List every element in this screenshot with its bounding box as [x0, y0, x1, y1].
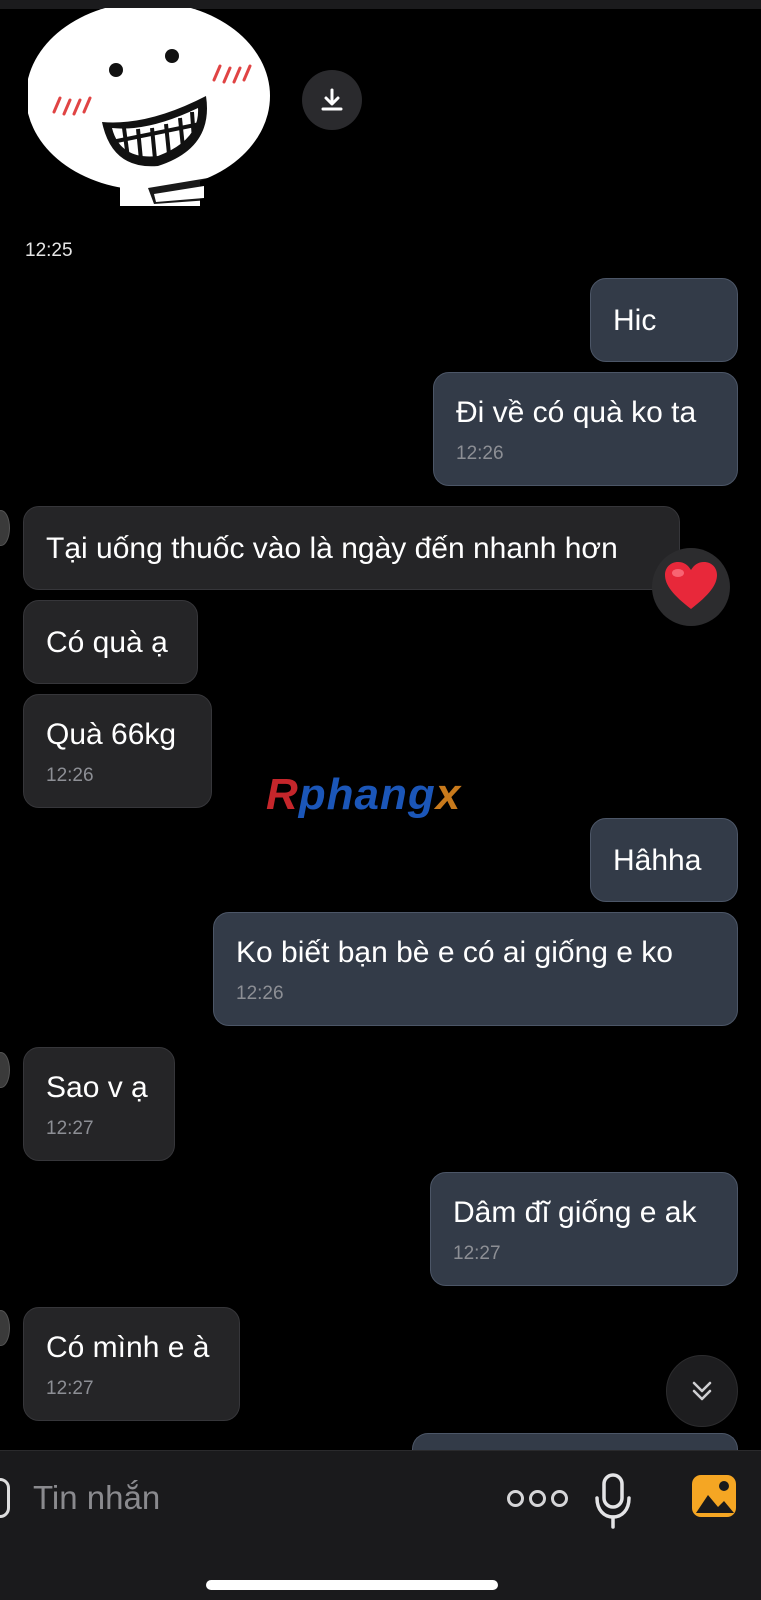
message-time: 12:27	[46, 1378, 94, 1399]
message-bubble-incoming[interactable]: Sao v ạ 12:27	[23, 1047, 175, 1161]
message-text: Dâm đĩ giống e ak	[453, 1196, 697, 1229]
message-bubble-incoming[interactable]: Quà 66kg 12:26	[23, 694, 212, 808]
avatar[interactable]	[0, 510, 10, 546]
message-bubble-incoming[interactable]: Có mình e à 12:27	[23, 1307, 240, 1421]
sticker-timestamp: 12:25	[25, 240, 73, 261]
message-text: Quà 66kg	[46, 718, 177, 751]
more-options-button[interactable]	[492, 1480, 582, 1516]
message-time: 12:26	[46, 765, 94, 786]
message-bubble-outgoing[interactable]: Ko biết bạn bè e có ai giống e ko 12:26	[213, 912, 738, 1026]
message-text: Có mình e à	[46, 1331, 210, 1364]
more-options-icon	[506, 1489, 524, 1507]
message-time: 12:26	[236, 983, 284, 1004]
gallery-icon	[692, 1475, 736, 1517]
message-time: 12:27	[453, 1243, 501, 1264]
message-bubble-outgoing[interactable]: Đi về có quà ko ta 12:26	[433, 372, 738, 486]
sticker-image[interactable]	[26, 2, 278, 208]
composer-bar	[0, 1450, 761, 1600]
message-text: Có quà ạ	[46, 626, 168, 659]
message-text: Hic	[613, 304, 657, 337]
voice-record-button[interactable]	[592, 1472, 634, 1530]
message-bubble-incoming[interactable]: Tại uống thuốc vào là ngày đến nhanh hơn	[23, 506, 680, 590]
message-bubble-outgoing[interactable]: Hâhha	[590, 818, 738, 902]
message-text: Đi về có quà ko ta	[456, 396, 697, 429]
message-text: Sao v ạ	[46, 1071, 148, 1104]
download-icon	[321, 88, 343, 111]
gallery-button[interactable]	[690, 1473, 738, 1519]
avatar[interactable]	[0, 1052, 10, 1088]
message-bubble-outgoing[interactable]: Hic	[590, 278, 738, 362]
message-input[interactable]	[33, 1475, 453, 1521]
message-text: Hâhha	[613, 844, 702, 877]
message-text: Tại uống thuốc vào là ngày đến nhanh hơn	[46, 532, 618, 565]
message-bubble-outgoing[interactable]: Dâm đĩ giống e ak 12:27	[430, 1172, 738, 1286]
watermark-logo: Rphangx	[266, 770, 462, 819]
heart-reaction-badge[interactable]	[652, 548, 730, 626]
message-bubble-incoming[interactable]: Có quà ạ	[23, 600, 198, 684]
emoji-button[interactable]	[0, 1478, 10, 1518]
download-button[interactable]	[302, 70, 362, 130]
home-indicator[interactable]	[206, 1580, 498, 1590]
scroll-to-bottom-button[interactable]	[666, 1355, 738, 1427]
message-time: 12:27	[46, 1118, 94, 1139]
microphone-icon	[595, 1473, 631, 1529]
double-chevron-down-icon	[692, 1381, 712, 1401]
message-time: 12:26	[456, 443, 504, 464]
heart-reaction-icon	[665, 562, 717, 609]
avatar[interactable]	[0, 1310, 10, 1346]
message-text: Ko biết bạn bè e có ai giống e ko	[236, 936, 673, 969]
